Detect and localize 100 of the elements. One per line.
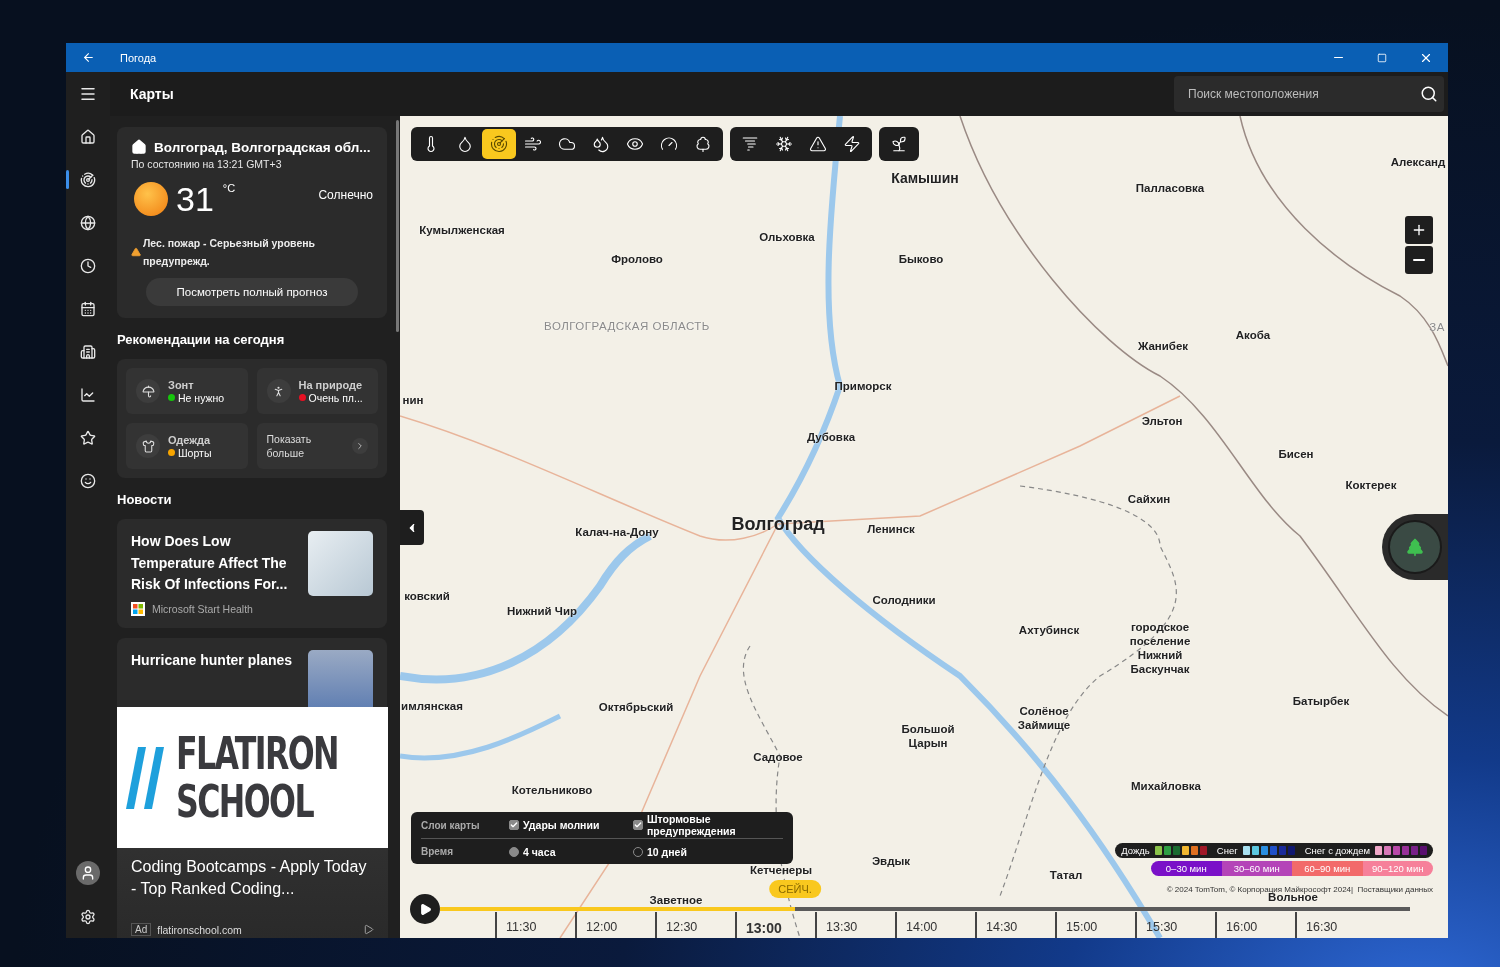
calendar-icon [80,300,96,317]
warning-icon [131,247,141,257]
collapse-panel-button[interactable] [400,510,424,545]
place-label: Фролово [611,252,663,266]
place-label: Котельниково [511,783,593,797]
tree-icon [1405,537,1425,557]
news-title: How Does Low Temperature Affect The Risk Of Infections For... [131,532,289,594]
settings-icon [80,908,96,925]
place-label: Батырбек [1292,694,1350,708]
time-tick[interactable]: 12:00 [575,912,655,938]
time-tick[interactable]: 12:30 [655,912,735,938]
tile-title: Зонт [168,378,195,391]
show-more-label: Показать больше [266,432,313,460]
place-label: Кетченеры [749,863,813,877]
ad-card[interactable]: FLATIRON SCHOOL Coding Bootcamps - Apply Today - Top Ranked Coding... Ad flatironschool.com [117,707,388,938]
snowflake-icon [775,135,793,153]
building-icon [80,343,96,360]
time-tick[interactable]: 13:00 [735,912,815,938]
location-name: Волгоград, Волгоградская обл... [154,139,371,155]
place-label: Эвдык [871,854,911,868]
recommendation-tile[interactable]: Зонт Не нужно [126,368,248,414]
place-label: Кумылженская [419,223,505,237]
radio-button[interactable] [509,846,519,857]
gauge-icon [660,135,678,153]
duration-segment: 30–60 мин [1221,861,1292,876]
sun-icon [134,182,168,216]
duration-segment: 60–90 мин [1292,861,1363,876]
radar-icon [490,135,508,153]
eye-icon [626,135,644,153]
layer-checkbox[interactable]: Удары молнии [509,819,633,831]
place-label: Коктерек [1345,478,1397,492]
news-card[interactable]: Hurricane hunter planes [117,637,387,707]
place-label: Садовое [753,750,803,764]
news-card[interactable]: How Does Low Temperature Affect The Risk Of Infections For... Microsoft Start Health [117,519,387,628]
zoom-out-button[interactable] [1405,246,1433,274]
place-label: Быково [898,252,944,266]
time-tick[interactable]: 13:30 [815,912,895,938]
layer-checkbox[interactable]: Штормовые предупреждения [633,813,783,837]
place-label: Жанибек [1137,339,1189,353]
search-icon[interactable] [1420,85,1438,103]
now-marker: СЕЙЧ. [769,880,821,898]
scrollbar[interactable] [396,120,399,332]
place-label: Ленинск [867,522,915,536]
chart-icon [80,386,96,403]
time-tick[interactable]: 16:30 [1295,912,1375,938]
place-label: Михайловка [1131,779,1201,793]
checkbox[interactable] [509,820,519,830]
tree-icon [694,135,712,153]
checkbox[interactable] [633,820,643,830]
radar-icon [80,171,96,188]
play-icon [418,902,432,916]
time-tick[interactable]: 14:30 [975,912,1055,938]
logo-text: FLATIRON [176,729,339,778]
ad-title: Coding Bootcamps - Apply Today - Top Ranked Coding... [130,857,368,899]
plant-icon [890,135,908,153]
drop-icon [456,135,474,153]
duration-segment: 90–120 мин [1362,861,1433,876]
page-title: Карты [130,86,175,102]
temperature: 31 [176,179,214,220]
time-tick[interactable]: 11:30 [495,912,575,938]
full-forecast-button[interactable]: Посмотреть полный прогноз [146,278,358,306]
place-label: Октябрьский [598,700,674,714]
maximize-icon [1377,52,1387,63]
place-label: Приморск [834,379,892,393]
layers-row-title: Время [421,846,454,857]
search-field[interactable]: Поиск местоположения [1174,76,1444,112]
time-tick[interactable]: 15:30 [1135,912,1215,938]
show-more-tile[interactable]: Показать больше [256,423,378,469]
search-input[interactable]: Поиск местоположения [1186,86,1420,102]
time-tick[interactable]: 15:00 [1055,912,1135,938]
recommendation-tile[interactable]: На природе Очень пл... [256,368,378,414]
lightning-icon [843,135,861,153]
tile-value: Очень пл... [308,391,363,404]
place-label: Бисен [1278,447,1314,461]
time-tick[interactable]: 14:00 [895,912,975,938]
recommendation-tile[interactable]: Одежда Шорты [126,423,248,469]
umbrella-icon [136,379,160,403]
place-label: имлянская [401,699,463,713]
tile-title: Одежда [168,433,212,446]
time-radio[interactable]: 10 дней [633,845,783,858]
logo-text: SCHOOL [176,777,314,826]
slashes-icon [126,746,167,809]
home-icon [131,139,147,155]
news-source: Microsoft Start Health [152,602,253,615]
user-icon [80,865,96,881]
account-avatar[interactable] [76,861,100,885]
legend-label: Дождь [1121,845,1150,856]
ad-choices-icon[interactable] [363,924,374,935]
copyright-text: © 2024 TomTom, © Корпорация Майкрософт 2024| Поставщики данных [1166,885,1433,894]
timeline-track[interactable] [440,907,1410,911]
time-radio[interactable]: 4 часа [509,845,633,858]
place-label: Татал [1049,868,1083,882]
zoom-in-button[interactable] [1405,216,1433,244]
storm-icon [741,135,759,153]
time-tick[interactable]: 16:00 [1215,912,1295,938]
place-label: ковский [404,589,450,603]
minus-icon [1413,259,1425,261]
compass-button[interactable] [1382,514,1448,580]
place-label: ВОЛГОГРАДСКАЯ ОБЛАСТЬ [544,319,710,333]
chevron-right-icon [352,438,368,454]
